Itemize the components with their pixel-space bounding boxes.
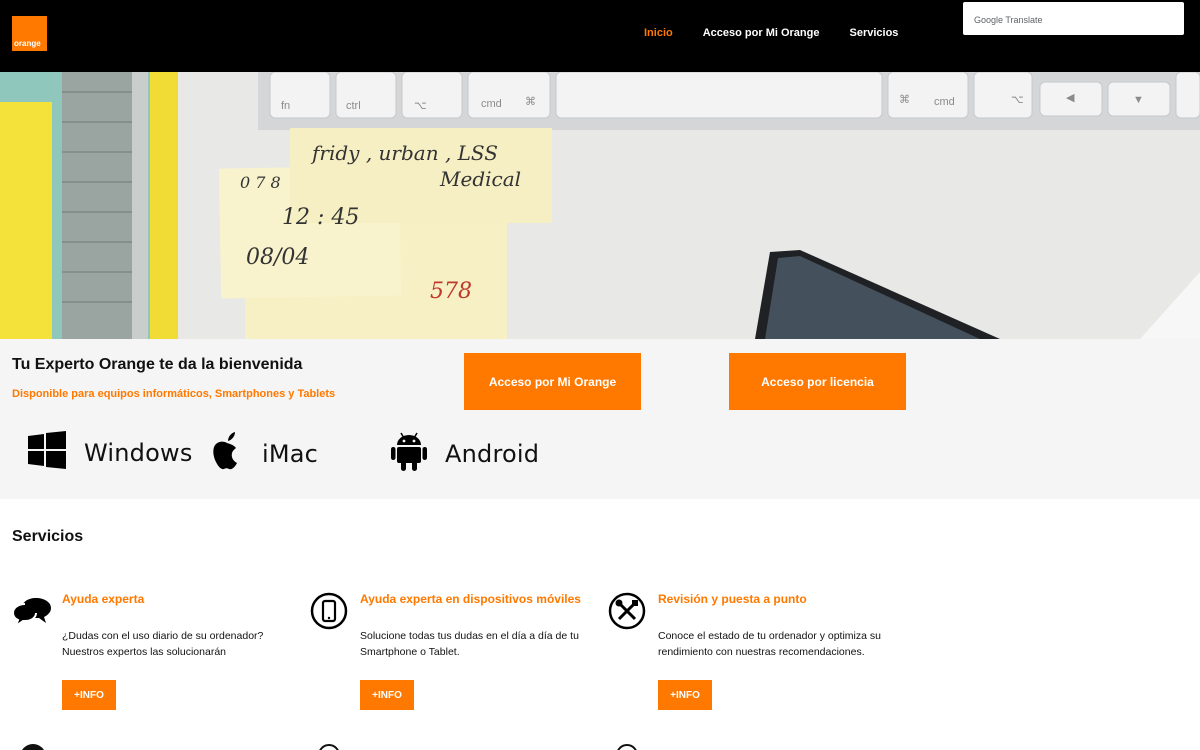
nav-item-acceso-mi-orange[interactable]: Acceso por Mi Orange [703, 27, 820, 39]
service-title[interactable]: Ayuda experta [62, 592, 144, 606]
note-text: 08/04 [246, 245, 309, 270]
nav-item-servicios[interactable]: Servicios [850, 27, 899, 39]
services-title: Servicios [12, 528, 84, 545]
android-icon [391, 431, 427, 476]
key-label: fn [281, 100, 290, 112]
welcome-subtitle: Disponible para equipos informáticos, Sm… [12, 388, 336, 400]
hero-desk-illustration: fn ctrl ⌥ cmd ⌘ ⌘ cmd ⌥ ◀ ▼ fridy , urba… [0, 72, 1200, 339]
acceso-mi-orange-button[interactable]: Acceso por Mi Orange [464, 353, 641, 410]
nav-item-inicio[interactable]: Inicio [644, 27, 673, 39]
info-button[interactable]: +INFO [658, 680, 712, 710]
service-description: Solucione todas tus dudas en el día a dí… [360, 630, 579, 658]
chat-bubbles-icon [11, 592, 52, 632]
smartphone-icon [310, 592, 350, 632]
key-label: ◀ [1066, 92, 1075, 104]
key-label: ⌥ [414, 100, 427, 112]
platform-label: Windows [84, 438, 193, 467]
key-label: cmd [481, 98, 502, 110]
top-header: orange Inicio Acceso por Mi Orange Servi… [0, 0, 1200, 72]
hero-image: fn ctrl ⌥ cmd ⌘ ⌘ cmd ⌥ ◀ ▼ fridy , urba… [0, 72, 1200, 339]
note-text: Medical [439, 167, 521, 191]
service-description: ¿Dudas con el uso diario de su ordenador… [62, 630, 264, 658]
windows-icon [28, 431, 66, 474]
note-text: 0 7 8 [240, 173, 281, 192]
note-text: fridy , urban , LSS [310, 141, 498, 165]
platform-imac: iMac [210, 431, 318, 476]
tools-icon [608, 592, 648, 632]
main-nav: Inicio Acceso por Mi Orange Servicios [644, 27, 898, 39]
logo-text: orange [14, 39, 41, 48]
next-service-icon [318, 744, 340, 750]
google-word: Google [974, 15, 1004, 25]
welcome-section: Tu Experto Orange te da la bienvenida Di… [0, 339, 1200, 499]
next-service-icon [616, 744, 638, 750]
next-service-icon [20, 744, 46, 750]
note-text: 578 [430, 279, 472, 304]
translate-label: Google Translate [974, 15, 1043, 25]
info-button[interactable]: +INFO [62, 680, 116, 710]
service-title[interactable]: Revisión y puesta a punto [658, 592, 807, 606]
key-label: ⌘ [525, 96, 536, 108]
google-translate-widget[interactable]: Google Translate [963, 2, 1184, 35]
acceso-licencia-button[interactable]: Acceso por licencia [729, 353, 906, 410]
platform-android: Android [391, 431, 539, 476]
orange-logo[interactable]: orange [12, 16, 47, 51]
service-description: Conoce el estado de tu ordenador y optim… [658, 630, 881, 658]
service-title[interactable]: Ayuda experta en dispositivos móviles [360, 592, 581, 606]
platform-label: iMac [262, 439, 319, 468]
platform-label: Android [445, 439, 540, 468]
key-label: ctrl [346, 100, 361, 112]
key-label: cmd [934, 96, 955, 108]
platform-windows: Windows [28, 431, 193, 474]
translate-word: Translate [1005, 15, 1043, 25]
apple-icon [210, 431, 244, 476]
key-label: ▼ [1133, 94, 1144, 106]
key-label: ⌘ [899, 94, 910, 106]
key-label: ⌥ [1011, 94, 1024, 106]
welcome-title: Tu Experto Orange te da la bienvenida [12, 356, 303, 373]
note-text: 12 : 45 [282, 205, 359, 230]
info-button[interactable]: +INFO [360, 680, 414, 710]
